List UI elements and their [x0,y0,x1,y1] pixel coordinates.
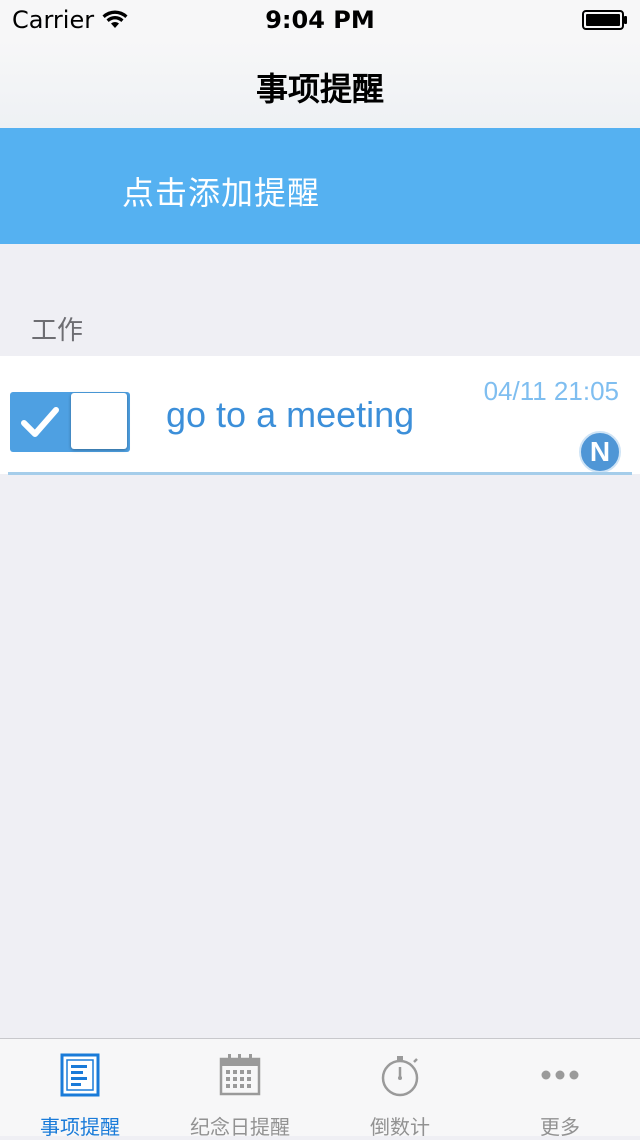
reminder-enabled-toggle[interactable] [10,392,130,452]
reminder-title: go to a meeting [166,394,415,435]
checkmark-icon [21,407,59,437]
stopwatch-icon [381,1056,419,1097]
status-time: 9:04 PM [265,6,375,34]
tab-anniversary[interactable]: 纪念日提醒 [160,1039,320,1139]
reminder-datetime: 04/11 21:05 [483,376,619,406]
toggle-knob [71,393,127,449]
add-reminder-button[interactable]: 点击添加提醒 [0,128,640,244]
tab-reminders[interactable]: 事项提醒 [0,1039,160,1139]
new-badge: N [579,431,621,473]
battery-icon [582,10,627,30]
row-divider [8,472,632,475]
list-doc-icon [60,1053,100,1097]
tab-bar: 事项提醒 纪念日提醒 倒数计 更多 [0,1038,640,1139]
tab-more[interactable]: 更多 [480,1039,640,1139]
add-reminder-label: 点击添加提醒 [122,174,321,212]
more-dots-icon [541,1070,579,1080]
page-title: 事项提醒 [255,70,384,108]
status-bar: Carrier 9:04 PM [0,0,640,40]
section-header: 工作 [31,316,84,346]
tab-countdown[interactable]: 倒数计 [320,1039,480,1139]
navigation-bar: 事项提醒 [0,40,640,128]
calendar-icon [219,1054,261,1096]
reminder-row[interactable]: go to a meeting 04/11 21:05 N [0,356,640,475]
